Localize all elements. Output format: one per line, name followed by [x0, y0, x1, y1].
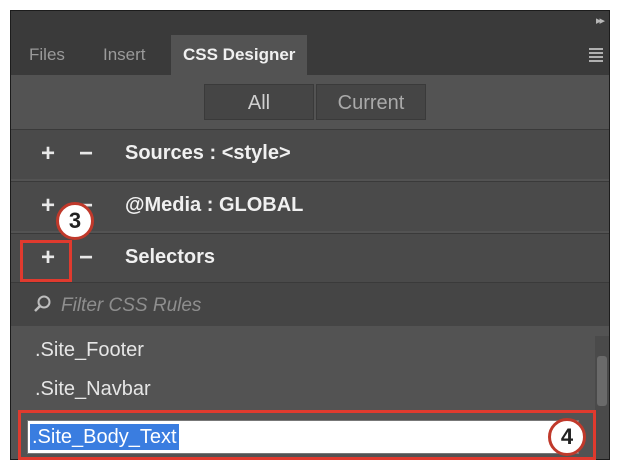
panel-tab-bar: Files Insert CSS Designer [11, 35, 609, 76]
selectors-label: Selectors [125, 246, 216, 268]
panel-menu-icon[interactable] [589, 48, 603, 64]
media-label: @Media : GLOBAL [125, 194, 304, 216]
selectors-section: + − Selectors [11, 233, 609, 283]
tab-files[interactable]: Files [17, 35, 77, 75]
filter-bar [11, 282, 609, 326]
selector-item[interactable]: .Site_Footer [35, 339, 144, 362]
collapse-panel-icon[interactable]: ▸▸ [596, 14, 605, 27]
remove-source-button[interactable]: − [79, 142, 93, 166]
view-toggle: All Current [11, 75, 609, 129]
add-source-button[interactable]: + [41, 142, 55, 166]
search-icon [33, 294, 53, 319]
highlight-new-selector [18, 410, 596, 460]
callout-3: 3 [56, 202, 94, 240]
sources-section: + − Sources : <style> [11, 129, 609, 179]
current-button[interactable]: Current [316, 84, 426, 120]
sources-label: Sources : <style> [125, 142, 291, 164]
callout-4: 4 [548, 418, 586, 456]
tab-css-designer[interactable]: CSS Designer [171, 35, 308, 75]
panel-top-strip: ▸▸ [11, 11, 609, 35]
add-media-button[interactable]: + [41, 194, 55, 218]
all-button[interactable]: All [204, 84, 314, 120]
list-scroll-thumb[interactable] [597, 356, 607, 406]
media-section: + − @Media : GLOBAL [11, 181, 609, 231]
highlight-add-selector [20, 240, 72, 282]
tab-insert[interactable]: Insert [91, 35, 158, 75]
selector-item[interactable]: .Site_Navbar [35, 378, 151, 401]
remove-selector-button[interactable]: − [79, 246, 93, 270]
css-designer-panel: ▸▸ Files Insert CSS Designer All Current… [10, 10, 610, 460]
filter-css-rules-input[interactable] [59, 291, 363, 321]
